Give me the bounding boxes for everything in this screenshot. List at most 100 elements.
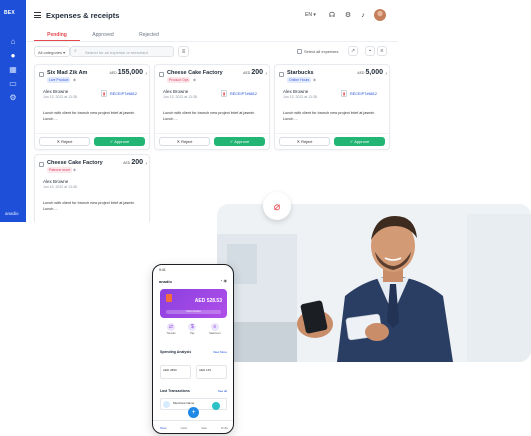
- main-content: Expenses & receipts EN ▾ ☊ ⚙ ♪ Pending A…: [26, 0, 398, 222]
- approve-button[interactable]: ✓ Approve: [94, 137, 145, 146]
- action-statement[interactable]: ≡ Statement: [209, 323, 221, 335]
- nav-home[interactable]: Home: [160, 427, 167, 430]
- home-icon[interactable]: ⌂: [8, 36, 18, 46]
- receipt-link[interactable]: ▮ RECEIPT#6812: [101, 90, 137, 97]
- approve-button[interactable]: ✓ Approve: [214, 137, 265, 146]
- chevron-right-icon[interactable]: ›: [145, 71, 147, 77]
- receipt-icon: ▮: [221, 90, 227, 97]
- expense-note: Lunch with client for brunch new project…: [283, 111, 375, 121]
- tag-icon: ◈: [313, 77, 317, 82]
- category-select[interactable]: All categories ▾: [34, 46, 70, 57]
- chevron-right-icon[interactable]: ›: [145, 161, 147, 167]
- expense-card[interactable]: Starbucks AED5,000 › Online Hours ◈ Alex…: [274, 64, 390, 150]
- expense-note: Lunch with client for brunch new project…: [163, 111, 255, 121]
- photo-illustration: [217, 204, 531, 362]
- nav-profile[interactable]: Profile: [221, 427, 228, 430]
- card-checkbox[interactable]: [39, 162, 44, 167]
- search-input[interactable]: Search for an expense or merchant: [70, 46, 174, 57]
- spending-right-value: AED 125: [199, 368, 212, 372]
- user-avatar[interactable]: [374, 9, 386, 21]
- expense-card[interactable]: Cheese Cake Factory AED200 › Product Ops…: [154, 64, 270, 150]
- tag-icon: ◈: [73, 77, 77, 82]
- card-divider: [35, 133, 149, 134]
- settings-gear-icon[interactable]: ⚙: [344, 11, 352, 19]
- transactions-link[interactable]: See all: [218, 389, 227, 393]
- expense-amount: AED200: [243, 69, 263, 76]
- spending-box-right: AED 125: [196, 365, 227, 379]
- tab-approved[interactable]: Approved: [80, 30, 126, 41]
- card-balance: AED 528.53: [194, 298, 222, 304]
- filter-button[interactable]: ≡: [178, 46, 189, 57]
- amount-value: 5,000: [365, 69, 383, 76]
- phone-credit-card[interactable]: AED 528.53 Card number: [160, 289, 227, 318]
- card-checkbox[interactable]: [159, 72, 164, 77]
- expense-date: Jun 13, 2022 at 13:38: [163, 95, 197, 99]
- bell-icon[interactable]: ♪: [359, 11, 367, 19]
- expense-card[interactable]: Six Mad Zik Am AED155,000 › Live Product…: [34, 64, 150, 150]
- language-label: EN: [305, 12, 312, 18]
- paperclip-icon: ⌀: [263, 192, 291, 220]
- cards-icon[interactable]: ▭: [8, 78, 18, 88]
- phone-brand: anadio: [159, 279, 172, 284]
- employee-name: Alex Browne: [43, 179, 69, 184]
- headset-icon[interactable]: ☊: [328, 11, 336, 19]
- select-all-checkbox[interactable]: [297, 49, 302, 54]
- list-view-icon[interactable]: ≡: [377, 46, 387, 56]
- receipt-number: RECEIPT#6812: [230, 91, 258, 96]
- employee-name: Alex Browne: [163, 89, 189, 94]
- card-checkbox[interactable]: [279, 72, 284, 77]
- expense-date: Jun 13, 2022 at 13:38: [43, 95, 77, 99]
- reject-label: Reject: [61, 139, 73, 144]
- approve-button[interactable]: ✓ Approve: [334, 137, 385, 146]
- expense-card[interactable]: Cheese Cake Factory AED200 › Patrone mor…: [34, 154, 150, 222]
- receipt-number: RECEIPT#6812: [350, 91, 378, 96]
- action-transfer[interactable]: ⇄ Transfer: [166, 323, 176, 335]
- top-bar: Expenses & receipts EN ▾ ☊ ⚙ ♪: [26, 0, 398, 30]
- transfer-icon: ⇄: [167, 323, 175, 331]
- nav-cards[interactable]: Cards: [181, 427, 188, 430]
- category-tag: Product Ops: [167, 77, 191, 83]
- phone-status-time: 9:41: [159, 268, 166, 272]
- chevron-right-icon[interactable]: ›: [265, 71, 267, 77]
- search-icon: ⌕: [74, 48, 77, 54]
- expenses-icon[interactable]: ▦: [8, 64, 18, 74]
- chevron-right-icon[interactable]: ›: [385, 71, 387, 77]
- transaction-label: Merchant Name: [173, 401, 195, 405]
- tab-rejected[interactable]: Rejected: [126, 30, 172, 41]
- merchant-name: Cheese Cake Factory: [47, 160, 103, 166]
- hamburger-menu-icon[interactable]: [34, 12, 41, 18]
- settings-icon[interactable]: ⚙: [8, 92, 18, 102]
- nav-stats[interactable]: Stats: [201, 427, 207, 430]
- add-button[interactable]: +: [188, 407, 199, 418]
- page-title: Expenses & receipts: [46, 11, 120, 20]
- amount-value: 155,000: [117, 69, 143, 76]
- phone-bottom-nav: Home Cards Stats Profile: [153, 420, 233, 433]
- reject-button[interactable]: ✕ Reject: [279, 137, 330, 146]
- spending-box-left: AED 2890: [160, 365, 191, 379]
- currency-label: AED: [123, 161, 131, 165]
- users-icon[interactable]: ●: [8, 50, 18, 60]
- business-man-photo: [217, 204, 531, 362]
- tab-pending[interactable]: Pending: [34, 30, 80, 41]
- language-selector[interactable]: EN ▾: [305, 12, 316, 18]
- select-all-label: Select all expenses: [304, 49, 339, 54]
- reject-button[interactable]: ✕ Reject: [39, 137, 90, 146]
- teal-dot-icon: [212, 402, 220, 410]
- select-all-toggle[interactable]: Select all expenses: [297, 49, 338, 54]
- approve-label: Approve: [234, 139, 250, 144]
- employee-name: Alex Browne: [283, 89, 309, 94]
- category-tag: Patrone more: [47, 167, 73, 173]
- mobile-app-mockup: 9:41 anadio ◔ ◉ AED 528.53 Card number ⇄…: [152, 264, 234, 434]
- receipt-link[interactable]: ▮ RECEIPT#6812: [341, 90, 377, 97]
- amount-value: 200: [131, 159, 143, 166]
- action-pay[interactable]: $ Pay: [188, 323, 197, 335]
- export-icon[interactable]: ↗: [348, 46, 358, 56]
- expense-amount: AED200: [123, 159, 143, 166]
- receipt-link[interactable]: ▮ RECEIPT#6812: [221, 90, 257, 97]
- card-checkbox[interactable]: [39, 72, 44, 77]
- spending-link[interactable]: View More: [213, 350, 227, 354]
- grid-view-icon[interactable]: ▪: [365, 46, 375, 56]
- reject-button[interactable]: ✕ Reject: [159, 137, 210, 146]
- category-select-value: All categories: [38, 50, 63, 55]
- tag-icon: ◈: [73, 167, 77, 172]
